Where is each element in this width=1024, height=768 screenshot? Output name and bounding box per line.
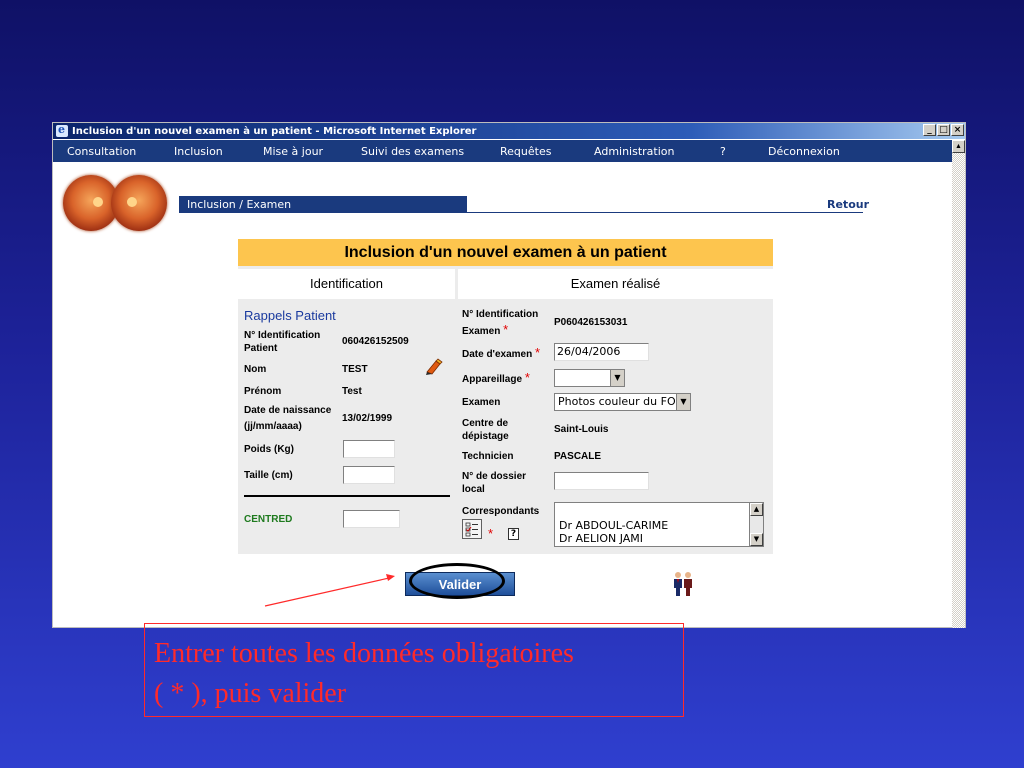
browser-window: Inclusion d'un nouvel examen à un patien… <box>52 122 966 628</box>
instruction-note: Entrer toutes les données obligatoires (… <box>144 623 684 717</box>
annotation-arrow <box>264 574 395 607</box>
instruction-line-2: ( * ), puis valider <box>154 678 347 709</box>
instruction-line-1: Entrer toutes les données obligatoires <box>154 638 574 669</box>
users-icon[interactable] <box>670 570 696 598</box>
highlight-circle <box>409 563 505 599</box>
